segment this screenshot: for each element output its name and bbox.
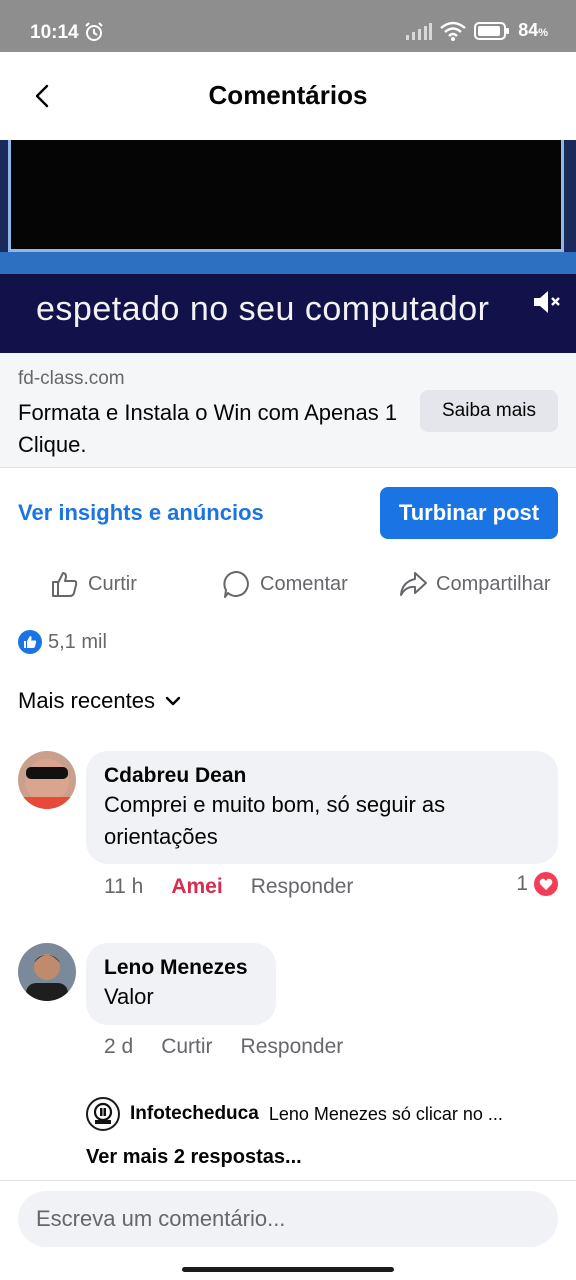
comment-reactions[interactable]: 1: [516, 872, 558, 896]
learn-more-button[interactable]: Saiba mais: [420, 390, 558, 432]
share-label: Compartilhar: [436, 572, 551, 595]
ad-info[interactable]: fd-class.com Formata e Instala o Win com…: [0, 353, 576, 468]
like-button[interactable]: Curtir: [50, 560, 137, 608]
boost-post-button[interactable]: Turbinar post: [380, 487, 558, 539]
comment-text: Valor: [104, 984, 154, 1009]
reactions-summary[interactable]: 5,1 mil: [18, 630, 107, 654]
ad-video-screen: [8, 140, 564, 252]
ad-headline: Formata e Instala o Win com Apenas 1 Cli…: [18, 400, 398, 457]
fd-class-logo-icon: [86, 1097, 120, 1131]
insights-link[interactable]: Ver insights e anúncios: [18, 500, 264, 526]
heart-icon: [534, 872, 558, 896]
header: Comentários: [0, 52, 576, 140]
like-comment-button[interactable]: Curtir: [161, 1035, 212, 1059]
comment-input[interactable]: [18, 1191, 558, 1247]
alarm-icon: [85, 22, 103, 41]
status-time: 10:14: [30, 22, 79, 43]
sort-dropdown[interactable]: Mais recentes: [18, 688, 181, 714]
reply-button[interactable]: Responder: [241, 1035, 344, 1059]
comment-time: 11 h: [104, 875, 144, 898]
status-icons: 84%: [406, 20, 548, 41]
ad-domain: fd-class.com: [18, 368, 125, 389]
signal-icon: [406, 22, 433, 40]
comment-label: Comentar: [260, 572, 348, 595]
comment-button[interactable]: Comentar: [222, 560, 348, 608]
battery-level: 84%: [518, 20, 548, 40]
comment-meta: 11 h Amei Responder: [104, 875, 381, 899]
ad-video[interactable]: espetado no seu computador: [0, 140, 576, 353]
reply-text: Leno Menezes só clicar no ...: [268, 1103, 503, 1124]
wifi-icon: [440, 21, 466, 41]
avatar[interactable]: [18, 751, 76, 809]
battery-icon: [474, 21, 510, 40]
comment-bubble[interactable]: Leno Menezes Valor: [86, 943, 276, 1025]
comment-author[interactable]: Cdabreu Dean: [104, 762, 540, 789]
home-indicator[interactable]: [182, 1267, 394, 1272]
comment-author[interactable]: Leno Menezes: [104, 954, 258, 981]
avatar[interactable]: [18, 943, 76, 1001]
reply-author[interactable]: Infotecheduca: [130, 1103, 259, 1125]
ad-video-caption: espetado no seu computador: [36, 290, 490, 328]
post-actions: Curtir Comentar Compartilhar: [0, 560, 576, 610]
share-button[interactable]: Compartilhar: [398, 560, 550, 608]
reply-button[interactable]: Responder: [251, 875, 354, 899]
comment-time: 2 d: [104, 1035, 134, 1058]
comment-bubble-icon: [223, 570, 249, 598]
comment-reaction-count: 1: [516, 872, 528, 895]
thumbs-up-icon: [52, 572, 78, 597]
comment-bubble[interactable]: Cdabreu Dean Comprei e muito bom, só seg…: [86, 751, 558, 864]
like-label: Curtir: [88, 572, 137, 595]
share-arrow-icon: [400, 572, 427, 596]
like-reaction-icon: [18, 630, 42, 654]
reactions-count: 5,1 mil: [48, 630, 107, 653]
reaction-button[interactable]: Amei: [171, 875, 222, 899]
status-bar: 10:14 84%: [0, 0, 576, 52]
comment-text: Comprei e muito bom, só seguir as orient…: [104, 792, 446, 849]
page-title: Comentários: [208, 80, 368, 110]
mute-icon[interactable]: [530, 286, 562, 318]
chevron-down-icon: [165, 696, 181, 706]
ad-video-strip: [0, 252, 576, 274]
comment-composer: [0, 1180, 576, 1280]
comment-meta: 2 d Curtir Responder: [104, 1035, 371, 1059]
reply-preview[interactable]: Infotecheduca Leno Menezes só clicar no …: [86, 1097, 556, 1131]
sort-label: Mais recentes: [18, 688, 155, 713]
view-more-replies-link[interactable]: Ver mais 2 respostas...: [86, 1146, 302, 1169]
